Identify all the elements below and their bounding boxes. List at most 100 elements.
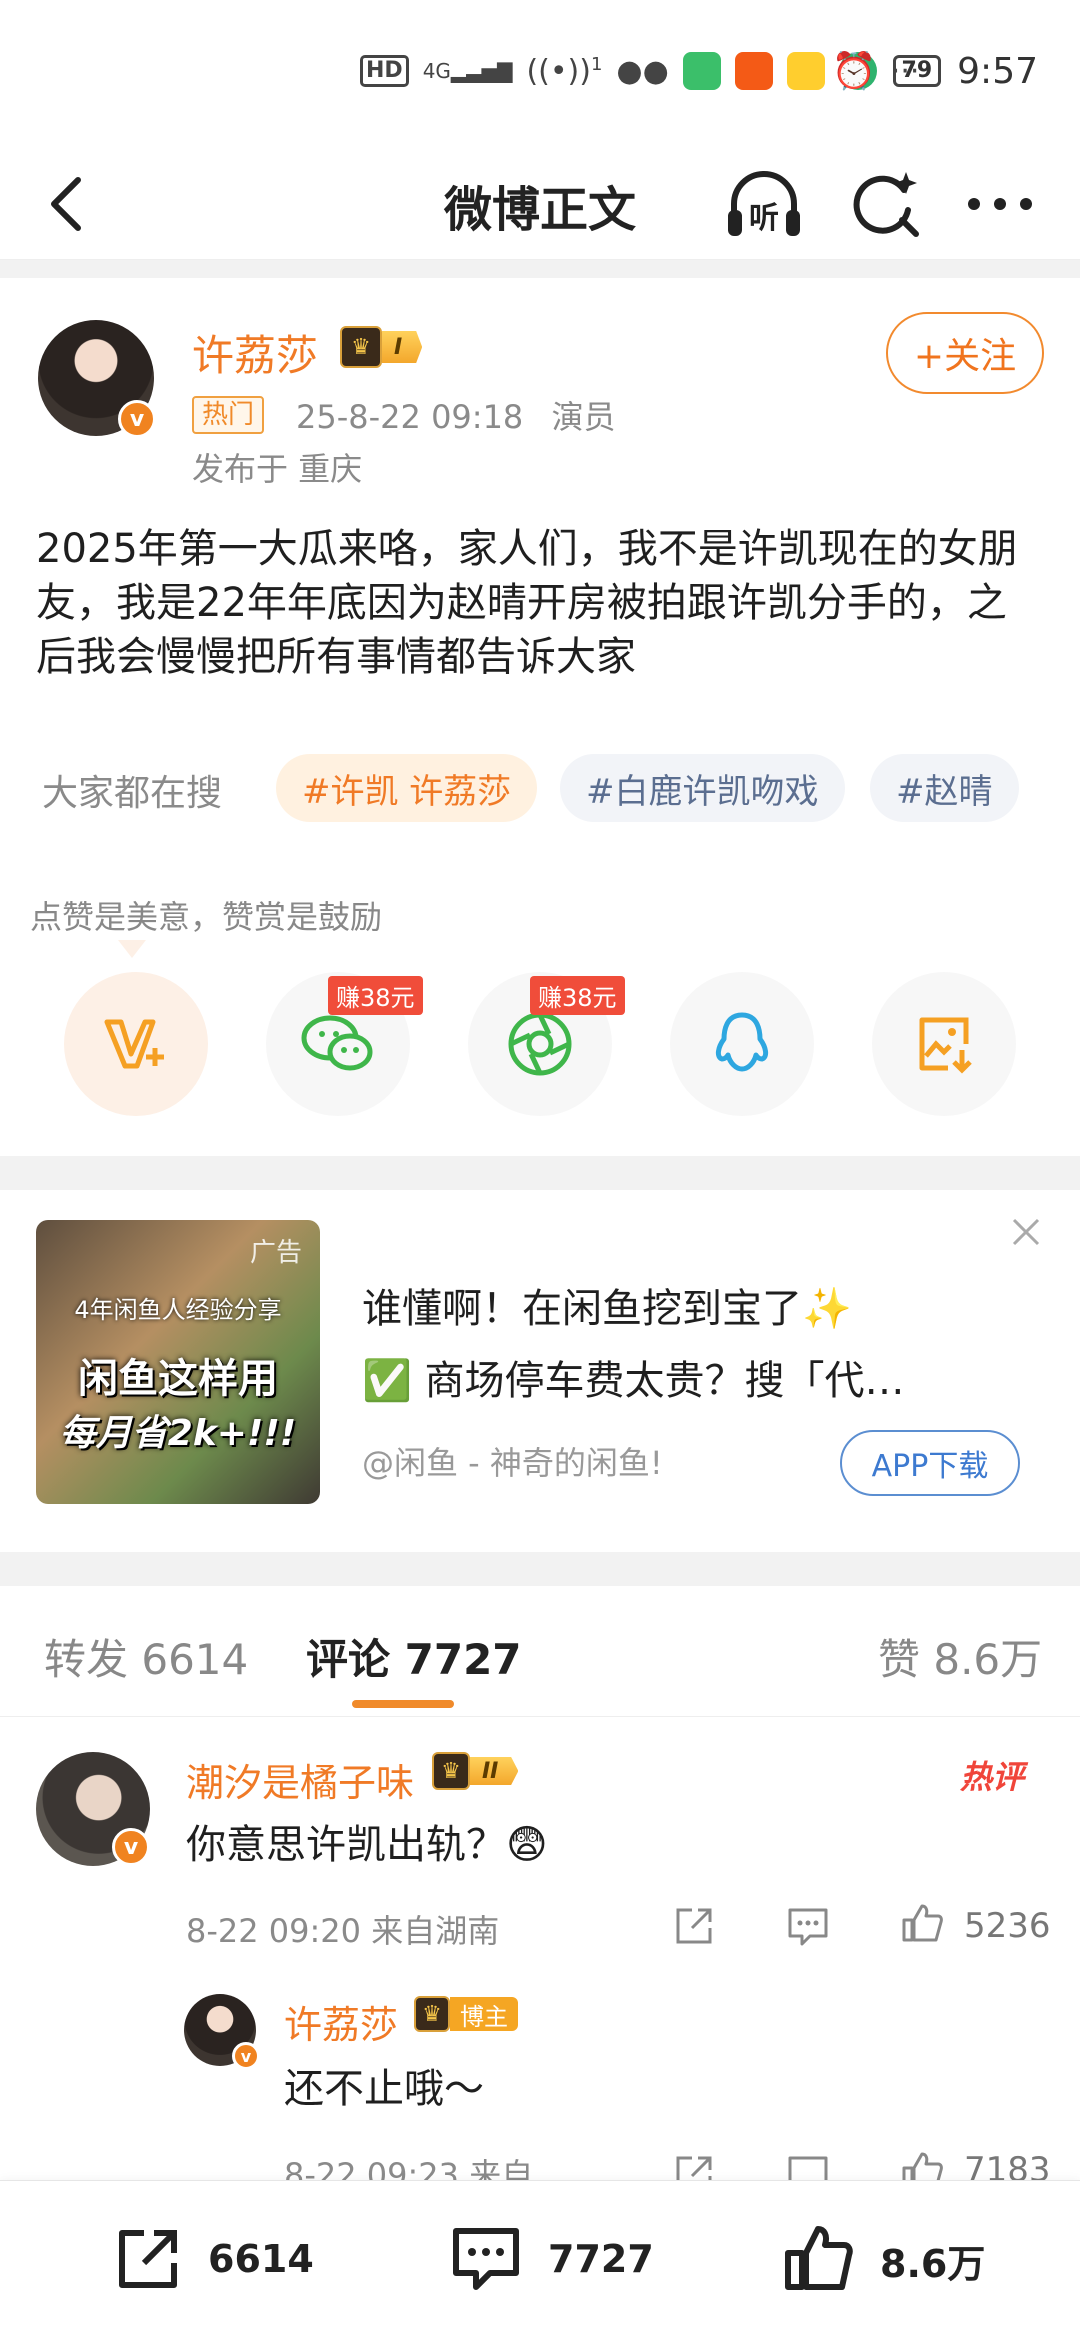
tabs-divider — [0, 1716, 1080, 1717]
earn-badge-moments: 赚38元 — [530, 976, 625, 1015]
alarm-icon: ⏰ — [831, 51, 877, 92]
vip-level-badge[interactable]: ♛ I — [340, 326, 423, 368]
verified-badge-icon: v — [232, 2042, 260, 2070]
reward-hint: 点赞是美意，赞赏是鼓励 — [30, 898, 383, 936]
qq-icon — [715, 1012, 769, 1072]
reply-meta: 8-22 09:23 来自 — [284, 2156, 534, 2180]
share-qq-button[interactable] — [670, 972, 814, 1116]
crown-icon: ♛ — [414, 1996, 450, 2032]
repost-icon[interactable] — [670, 2150, 718, 2180]
section-divider — [0, 1156, 1080, 1190]
app-download-button[interactable]: APP下载 — [840, 1430, 1020, 1496]
repost-icon — [119, 2230, 177, 2288]
author-name[interactable]: 许荔莎 — [192, 322, 318, 383]
ad-image-line1: 4年闲鱼人经验分享 — [74, 1296, 282, 1324]
tab-indicator — [352, 1700, 454, 1708]
reward-button[interactable] — [64, 972, 208, 1116]
tab-like[interactable]: 赞 8.6万 — [878, 1626, 1042, 1687]
bottom-comment-button[interactable]: 7727 — [446, 2221, 654, 2297]
battery-icon: 79 — [892, 55, 942, 87]
hot-comment-badge: 热评 — [960, 1758, 1025, 1796]
crown-icon: ♛ — [340, 326, 382, 368]
taobao-icon — [734, 52, 773, 90]
post-location: 发布于 重庆 — [192, 450, 363, 488]
reply-like-count: 7183 — [964, 2150, 1051, 2180]
reply-text: 还不止哦～ — [284, 2066, 484, 2112]
repost-count: 6614 — [208, 2237, 314, 2281]
close-icon — [1012, 1218, 1040, 1246]
tab-comment[interactable]: 评论 7727 — [306, 1626, 522, 1687]
crown-icon: ♛ — [432, 1752, 470, 1790]
back-arrow-icon — [51, 177, 81, 231]
like-icon — [785, 2226, 853, 2290]
verified-badge-icon: v — [112, 1828, 150, 1866]
ad-source[interactable]: @闲鱼 - 神奇的闲鱼! — [362, 1438, 663, 1484]
hot-badge: 热门 — [192, 396, 265, 434]
follow-button[interactable]: +关注 — [886, 312, 1044, 394]
post-date: 25-8-22 09:18 — [296, 398, 524, 436]
vip-level: I — [382, 331, 423, 363]
wechat-icon — [301, 1015, 373, 1071]
wechat-icon: ●● — [616, 53, 669, 89]
hd-icon: HD — [360, 55, 409, 87]
earn-badge-wechat: 赚38元 — [328, 976, 423, 1015]
save-image-button[interactable] — [872, 972, 1016, 1116]
ad-image-line2: 闲鱼这样用 — [78, 1356, 278, 1402]
ad-label: 广告 — [249, 1238, 302, 1268]
bottom-like-button[interactable]: 8.6万 — [780, 2221, 985, 2299]
vip-level: II — [470, 1757, 519, 1785]
comment-count: 7727 — [548, 2237, 654, 2281]
status-right: ⏰ 79 9:57 — [831, 50, 1038, 93]
tab-repost[interactable]: 转发 6614 — [44, 1626, 248, 1687]
more-button[interactable] — [960, 164, 1040, 244]
comment-meta: 8-22 09:20 来自湖南 — [186, 1912, 500, 1950]
commenter-name[interactable]: 潮汐是橘子味 — [186, 1752, 414, 1807]
reward-pointer — [118, 940, 146, 958]
back-button[interactable] — [38, 168, 98, 238]
ad-headline[interactable]: 谁懂啊！在闲鱼挖到宝了✨ — [362, 1276, 852, 1334]
hotspot-icon: ((•))1 — [526, 53, 603, 89]
reply-actions-row: 8-22 09:23 来自 7183 — [0, 2140, 1080, 2180]
like-count: 5236 — [964, 1906, 1051, 1946]
post-text: 2025年第一大瓜来咯，家人们，我不是许凯现在的女朋友，我是22年年底因为赵晴开… — [36, 526, 1018, 680]
headphone-icon: 听 — [728, 171, 800, 236]
search-button[interactable] — [846, 164, 926, 244]
reward-v-icon — [104, 1019, 164, 1069]
listen-label: 听 — [749, 201, 779, 236]
ad-image[interactable]: 广告 4年闲鱼人经验分享 闲鱼这样用 每月省2k+!!! — [36, 1220, 320, 1504]
bottom-action-bar: 6614 7727 8.6万 — [0, 2180, 1080, 2340]
like-icon[interactable] — [898, 1900, 946, 1948]
post-meta: 25-8-22 09:18 演员 — [296, 392, 615, 438]
topic-tag-3[interactable]: #赵晴 — [870, 754, 1019, 822]
host-label: 博主 — [450, 1997, 518, 2031]
comment-icon[interactable] — [784, 1902, 832, 1950]
topic-tag-1[interactable]: #许凯 许荔莎 — [276, 754, 538, 822]
host-badge: ♛ 博主 — [414, 1996, 518, 2032]
bottom-repost-button[interactable]: 6614 — [110, 2221, 314, 2297]
section-divider — [0, 1552, 1080, 1586]
search-icon — [853, 172, 919, 237]
more-dots-icon — [968, 198, 1032, 210]
repost-icon[interactable] — [670, 1902, 718, 1950]
save-image-icon — [919, 1017, 972, 1074]
listen-button[interactable]: 听 — [722, 164, 806, 244]
topic-tag-2[interactable]: #白鹿许凯吻戏 — [560, 754, 845, 822]
clock: 9:57 — [957, 50, 1038, 92]
reply-avatar[interactable]: v — [184, 1994, 260, 2070]
ad-close-button[interactable] — [1008, 1214, 1044, 1250]
comment-text: 你意思许凯出轨？😨 — [186, 1822, 548, 1868]
moments-icon — [508, 1012, 572, 1076]
ad-subline[interactable]: ✅ 商场停车费太贵？搜「代… — [362, 1348, 982, 1406]
weibo-icon — [786, 52, 825, 90]
comment-icon[interactable] — [784, 2150, 832, 2180]
app-icon — [682, 52, 721, 90]
author-avatar[interactable]: v — [38, 320, 156, 438]
commenter-avatar[interactable]: v — [36, 1752, 150, 1866]
nav-bar: 微博正文 听 — [0, 150, 1080, 260]
author-identity: 演员 — [551, 398, 616, 436]
verified-badge-icon: v — [118, 400, 156, 438]
like-count: 8.6万 — [880, 2241, 986, 2286]
like-icon[interactable] — [898, 2148, 946, 2180]
reply-author-name[interactable]: 许荔莎 — [284, 1994, 398, 2049]
comment-icon — [453, 2228, 519, 2290]
